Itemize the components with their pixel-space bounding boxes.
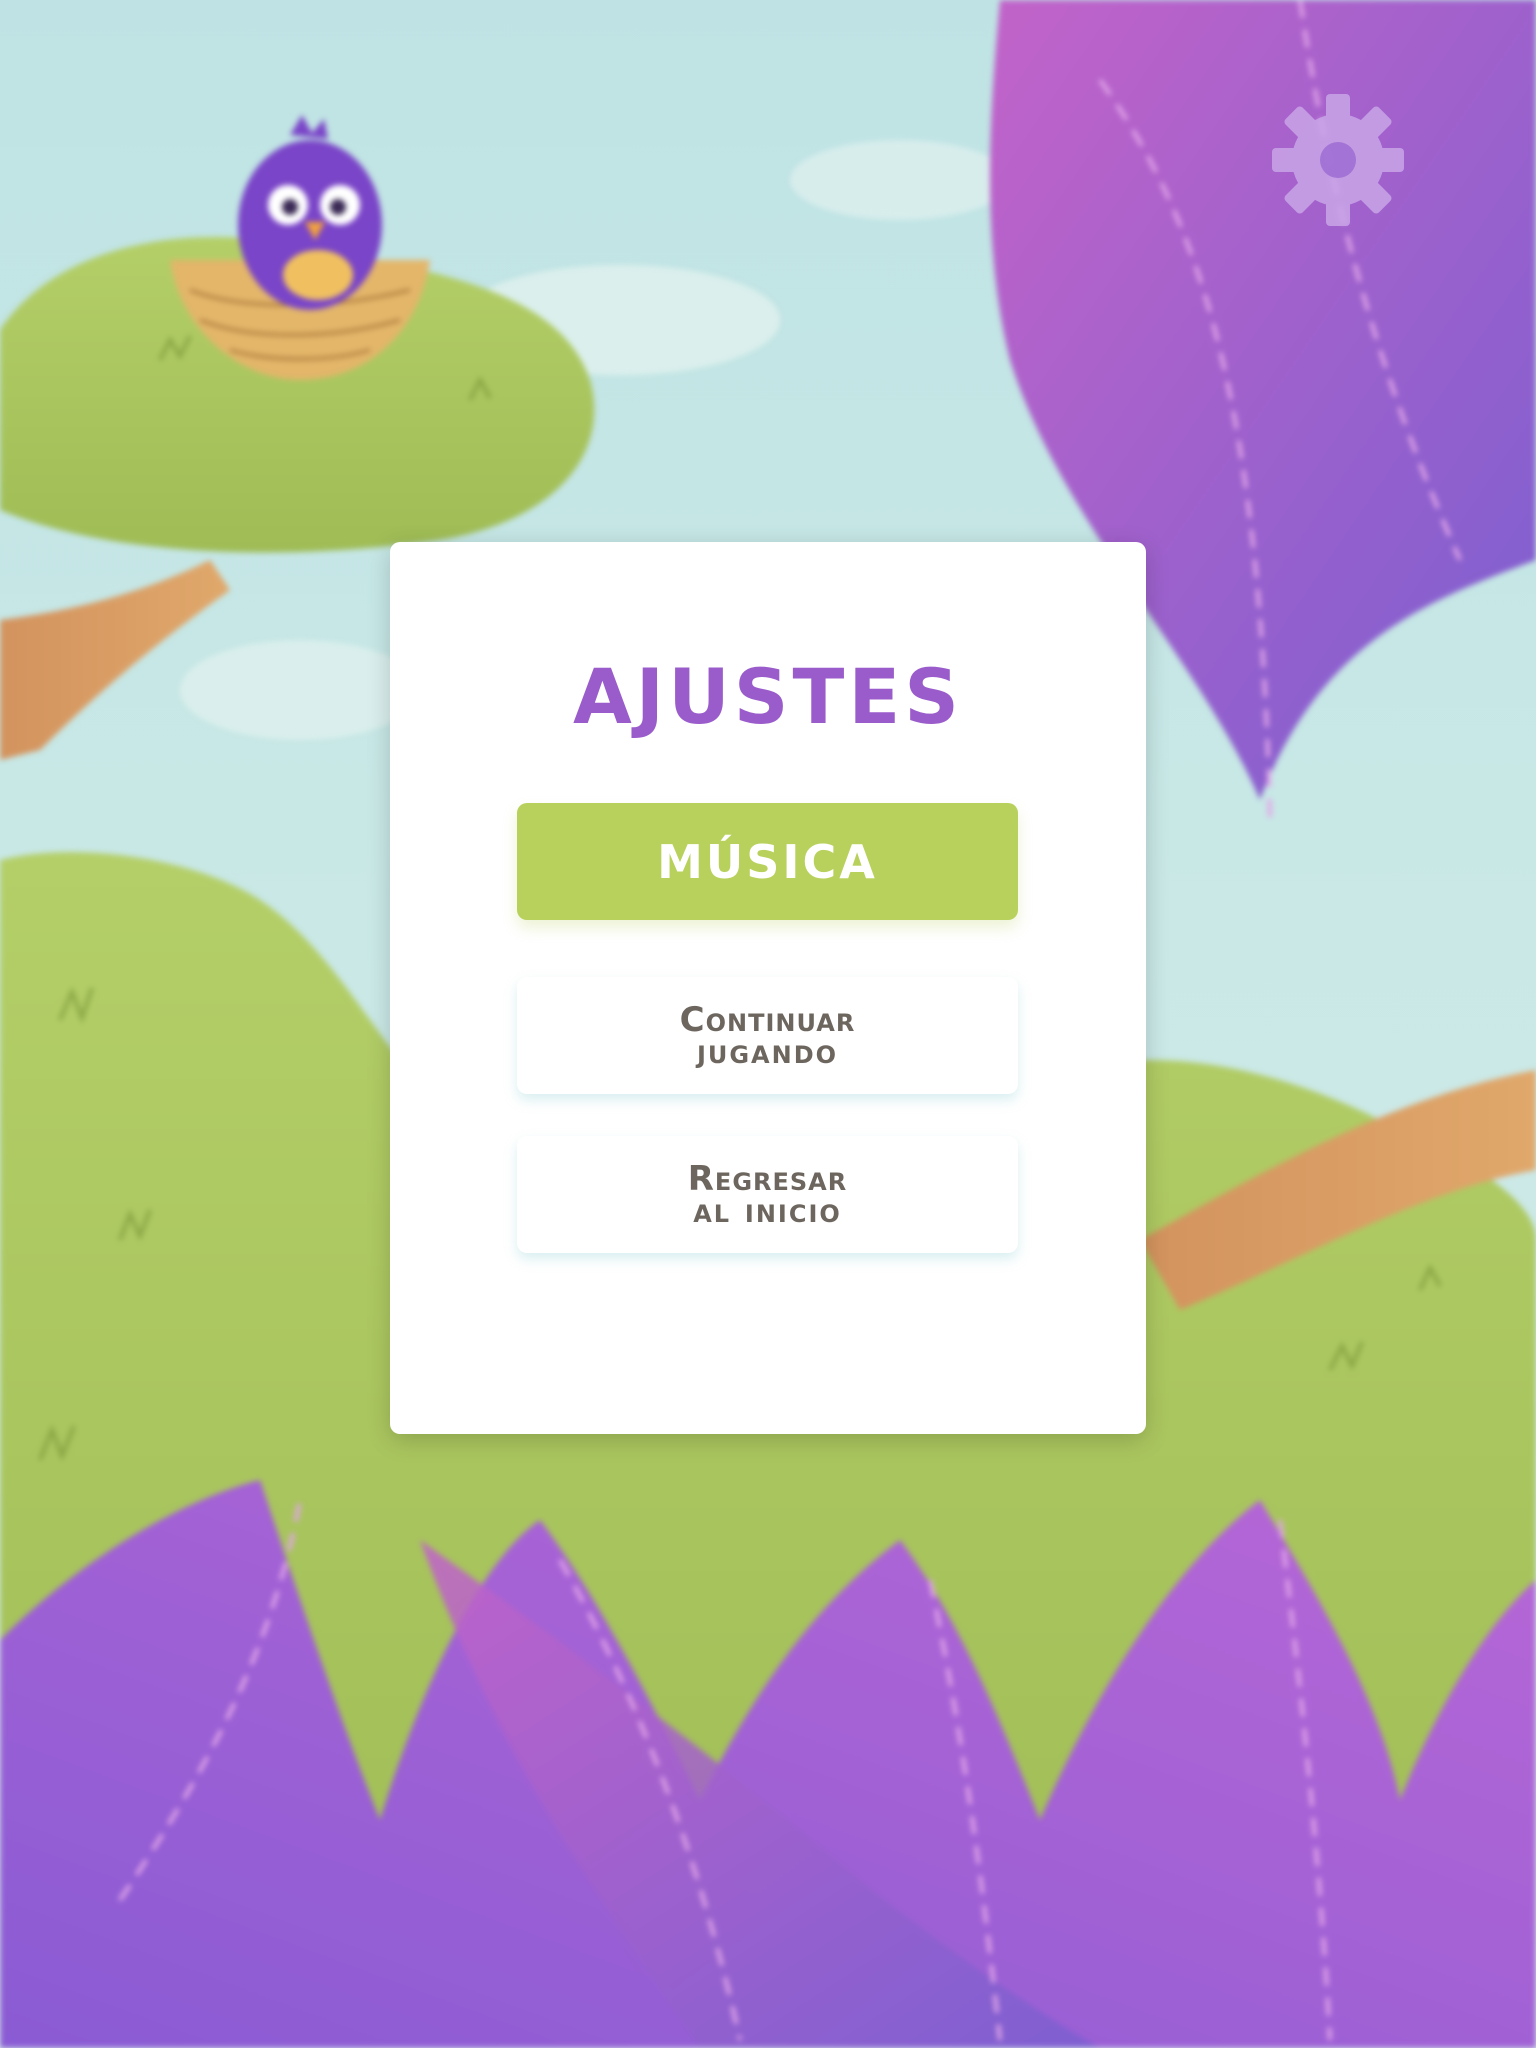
settings-modal: AJUSTES MÚSICA Continuar jugando Regresa… <box>390 542 1146 1434</box>
modal-title: AJUSTES <box>572 652 964 741</box>
return-button-label-line1: Regresar <box>687 1158 848 1199</box>
return-button-label-line2: al inicio <box>693 1190 842 1231</box>
continue-button-label-line1: Continuar <box>679 999 856 1040</box>
return-home-button[interactable]: Regresar al inicio <box>517 1136 1018 1253</box>
music-button[interactable]: MÚSICA <box>517 803 1018 920</box>
continue-playing-button[interactable]: Continuar jugando <box>517 977 1018 1094</box>
game-scene: AJUSTES MÚSICA Continuar jugando Regresa… <box>0 0 1536 2048</box>
continue-button-label-line2: jugando <box>696 1031 839 1072</box>
gear-icon[interactable] <box>1268 90 1408 230</box>
music-button-label: MÚSICA <box>657 834 878 889</box>
